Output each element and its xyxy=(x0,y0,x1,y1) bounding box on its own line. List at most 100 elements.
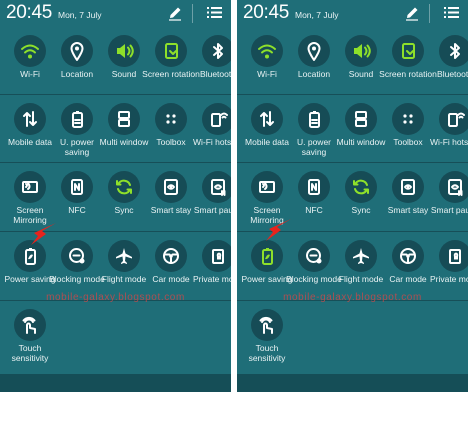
private-mode-toggle-circle[interactable] xyxy=(439,240,468,272)
quick-toggle-private-mode[interactable]: Private mode xyxy=(193,233,231,301)
quick-toggle-blocking-mode[interactable]: Blocking mode xyxy=(286,233,342,301)
sync-toggle-circle[interactable] xyxy=(108,171,140,203)
quick-toggle-touch-sensitivity[interactable]: Touch sensitivity xyxy=(244,302,290,370)
multi-window-toggle-circle[interactable] xyxy=(345,103,377,135)
quick-toggle-mobile-data[interactable]: Mobile data xyxy=(7,96,53,164)
quick-toggle-sound[interactable]: Sound xyxy=(101,28,147,96)
screen-mirroring-toggle-circle[interactable] xyxy=(251,171,283,203)
panel-bottom-bar xyxy=(0,374,231,392)
blocking-mode-icon xyxy=(69,248,85,264)
quick-toggle-car-mode[interactable]: Car mode xyxy=(385,233,431,301)
quick-toggle-toolbox[interactable]: Toolbox xyxy=(385,96,431,164)
smart-stay-icon xyxy=(401,179,415,195)
edit-pencil-icon[interactable] xyxy=(167,5,183,21)
nfc-toggle-circle[interactable] xyxy=(298,171,330,203)
touch-sensitivity-toggle-circle[interactable] xyxy=(14,309,46,341)
touch-sensitivity-toggle-circle[interactable] xyxy=(251,309,283,341)
date: Mon, 7 July xyxy=(58,10,102,20)
toggle-label: Touch sensitivity xyxy=(248,343,286,363)
quick-toggle-toolbox[interactable]: Toolbox xyxy=(148,96,194,164)
quick-toggle-screen-rotation[interactable]: Screen rotation xyxy=(379,28,437,96)
location-toggle-circle[interactable] xyxy=(61,35,93,67)
multi-window-toggle-circle[interactable] xyxy=(108,103,140,135)
smart-stay-toggle-circle[interactable] xyxy=(155,171,187,203)
quick-toggle-wifi[interactable]: Wi-Fi xyxy=(7,28,53,96)
screen-mirroring-toggle-circle[interactable] xyxy=(14,171,46,203)
quick-toggle-bluetooth[interactable]: Bluetooth xyxy=(432,28,468,96)
ultra-power-saving-toggle-circle[interactable] xyxy=(298,103,330,135)
quick-toggle-sound[interactable]: Sound xyxy=(338,28,384,96)
ultra-power-saving-toggle-circle[interactable] xyxy=(61,103,93,135)
sync-toggle-circle[interactable] xyxy=(345,171,377,203)
sound-toggle-circle[interactable] xyxy=(345,35,377,67)
quick-toggle-smart-pause[interactable]: Smart pause xyxy=(194,164,231,232)
quick-toggle-location[interactable]: Location xyxy=(291,28,337,96)
quick-toggle-nfc[interactable]: NFC xyxy=(291,164,337,232)
nfc-toggle-circle[interactable] xyxy=(61,171,93,203)
quick-toggle-flight-mode[interactable]: Flight mode xyxy=(338,233,384,301)
mobile-data-toggle-circle[interactable] xyxy=(251,103,283,135)
blocking-mode-toggle-circle[interactable] xyxy=(61,240,93,272)
screen-rotation-toggle-circle[interactable] xyxy=(392,35,424,67)
quick-toggle-location[interactable]: Location xyxy=(54,28,100,96)
car-mode-icon xyxy=(400,248,416,264)
screen-rotation-toggle-circle[interactable] xyxy=(155,35,187,67)
quick-toggle-multi-window[interactable]: Multi window xyxy=(100,96,148,164)
quick-toggle-mobile-data[interactable]: Mobile data xyxy=(244,96,290,164)
car-mode-toggle-circle[interactable] xyxy=(392,240,424,272)
quick-toggle-smart-stay[interactable]: Smart stay xyxy=(148,164,194,232)
quick-toggle-wifi[interactable]: Wi-Fi xyxy=(244,28,290,96)
quick-toggle-wifi-hotspot[interactable]: Wi-Fi hotspot xyxy=(193,96,231,164)
toggle-label: Wi-Fi hotspot xyxy=(192,137,231,147)
quick-toggle-touch-sensitivity[interactable]: Touch sensitivity xyxy=(7,302,53,370)
wifi-toggle-circle[interactable] xyxy=(251,35,283,67)
quick-toggle-ultra-power-saving[interactable]: U. power saving xyxy=(54,96,100,164)
quick-toggle-blocking-mode[interactable]: Blocking mode xyxy=(49,233,105,301)
notification-panel: 20:45 Mon, 7 July Wi-Fi Location Sound Scre… xyxy=(237,0,468,392)
sound-toggle-circle[interactable] xyxy=(108,35,140,67)
quick-toggle-wifi-hotspot[interactable]: Wi-Fi hotspot xyxy=(430,96,468,164)
quick-toggle-flight-mode[interactable]: Flight mode xyxy=(101,233,147,301)
toolbox-icon xyxy=(166,114,176,124)
private-mode-toggle-circle[interactable] xyxy=(202,240,231,272)
wifi-toggle-circle[interactable] xyxy=(14,35,46,67)
power-saving-toggle-circle[interactable] xyxy=(251,240,283,272)
quick-toggle-smart-pause[interactable]: Smart pause xyxy=(431,164,468,232)
bluetooth-toggle-circle[interactable] xyxy=(439,35,468,67)
quick-toggle-sync[interactable]: Sync xyxy=(338,164,384,232)
wifi-hotspot-toggle-circle[interactable] xyxy=(202,103,231,135)
quick-toggle-private-mode[interactable]: Private mode xyxy=(430,233,468,301)
smart-pause-icon xyxy=(211,179,226,196)
quick-toggle-bluetooth[interactable]: Bluetooth xyxy=(195,28,231,96)
quick-toggle-multi-window[interactable]: Multi window xyxy=(337,96,385,164)
quick-toggle-nfc[interactable]: NFC xyxy=(54,164,100,232)
location-toggle-circle[interactable] xyxy=(298,35,330,67)
flight-mode-toggle-circle[interactable] xyxy=(345,240,377,272)
quick-toggle-screen-rotation[interactable]: Screen rotation xyxy=(142,28,200,96)
blocking-mode-toggle-circle[interactable] xyxy=(298,240,330,272)
quick-toggle-power-saving[interactable]: Power saving xyxy=(241,233,293,301)
status-bar: 20:45 Mon, 7 July xyxy=(0,0,231,27)
blocking-mode-icon xyxy=(306,248,322,264)
edit-pencil-icon[interactable] xyxy=(404,5,420,21)
quick-toggle-smart-stay[interactable]: Smart stay xyxy=(385,164,431,232)
ultra-power-saving-icon xyxy=(309,111,320,128)
quick-settings-panel-left: 20:45 Mon, 7 July Wi-Fi Location Sound Scre… xyxy=(0,0,231,421)
smart-stay-toggle-circle[interactable] xyxy=(392,171,424,203)
panel-bottom-bar xyxy=(237,374,468,392)
toolbox-toggle-circle[interactable] xyxy=(155,103,187,135)
flight-mode-toggle-circle[interactable] xyxy=(108,240,140,272)
bluetooth-toggle-circle[interactable] xyxy=(202,35,231,67)
menu-list-icon[interactable] xyxy=(444,6,459,19)
smart-pause-toggle-circle[interactable] xyxy=(202,171,231,203)
clock: 20:45 xyxy=(243,2,290,23)
quick-toggle-sync[interactable]: Sync xyxy=(101,164,147,232)
quick-toggle-ultra-power-saving[interactable]: U. power saving xyxy=(291,96,337,164)
smart-pause-toggle-circle[interactable] xyxy=(439,171,468,203)
menu-list-icon[interactable] xyxy=(207,6,222,19)
car-mode-toggle-circle[interactable] xyxy=(155,240,187,272)
toolbox-toggle-circle[interactable] xyxy=(392,103,424,135)
wifi-hotspot-toggle-circle[interactable] xyxy=(439,103,468,135)
quick-toggle-car-mode[interactable]: Car mode xyxy=(148,233,194,301)
mobile-data-toggle-circle[interactable] xyxy=(14,103,46,135)
